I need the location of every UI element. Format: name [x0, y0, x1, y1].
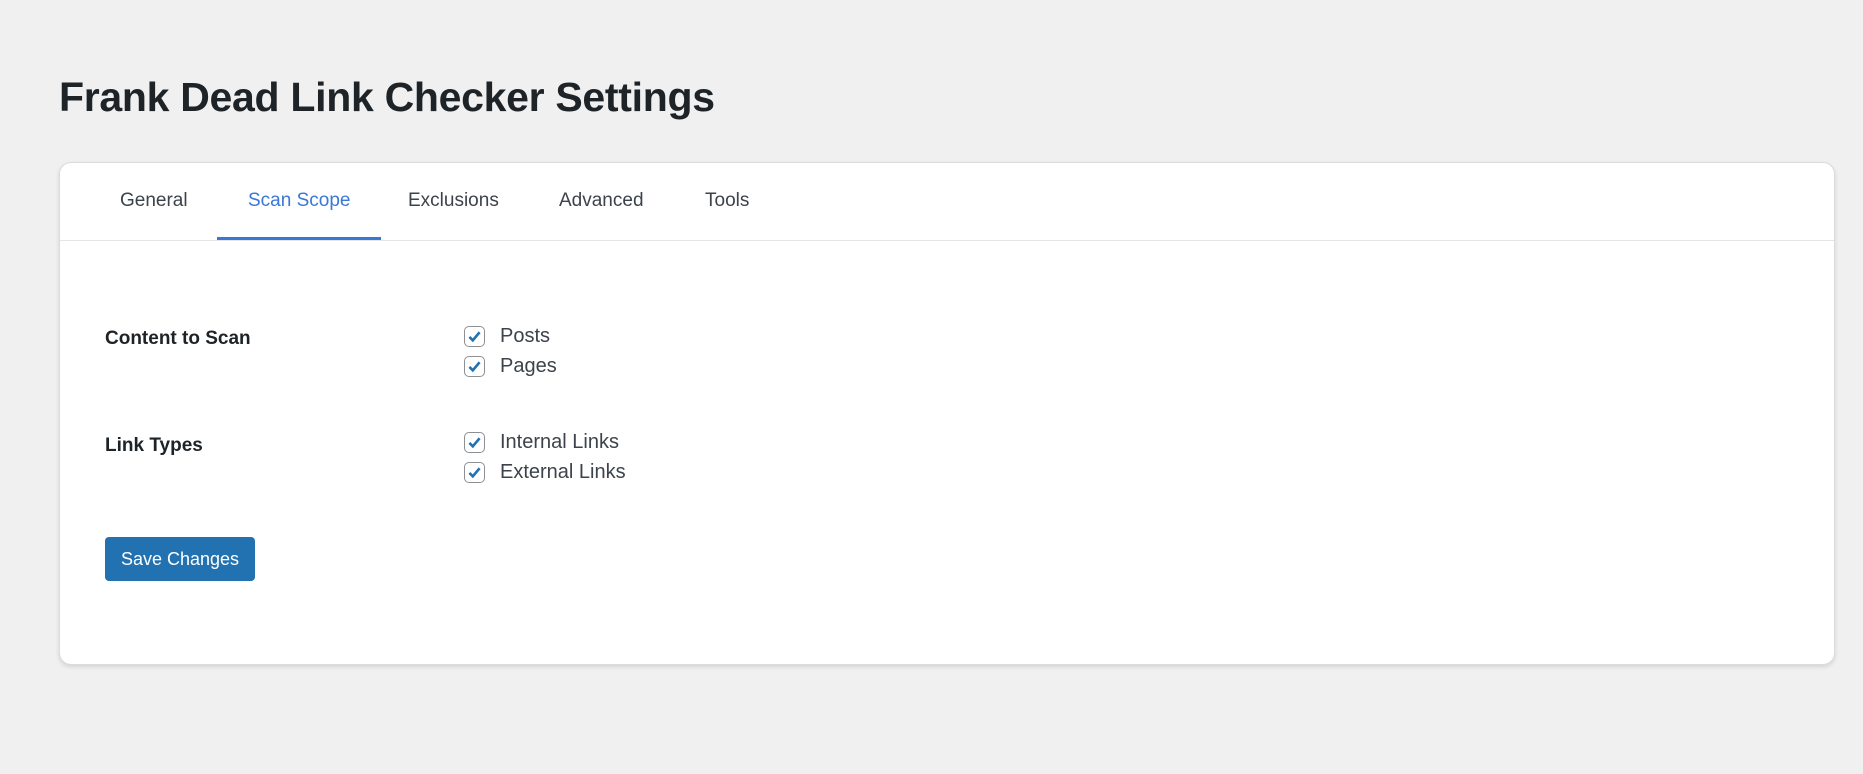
- tab-general[interactable]: General: [120, 163, 188, 240]
- pages-option[interactable]: Pages: [464, 353, 557, 379]
- tab-exclusions[interactable]: Exclusions: [408, 163, 499, 240]
- internal-links-checkbox[interactable]: [464, 431, 485, 453]
- tab-scan-scope[interactable]: Scan Scope: [217, 163, 382, 240]
- external-links-option[interactable]: External Links: [464, 459, 626, 485]
- content-to-scan-label: Content to Scan: [105, 328, 251, 349]
- settings-card: General Scan Scope Exclusions Advanced T…: [59, 162, 1835, 665]
- pages-label: Pages: [500, 354, 557, 377]
- external-links-checkbox[interactable]: [464, 461, 485, 483]
- pages-checkbox[interactable]: [464, 355, 485, 377]
- checkmark-icon: [468, 330, 481, 342]
- posts-label: Posts: [500, 324, 551, 347]
- posts-option[interactable]: Posts: [464, 323, 550, 349]
- checkmark-icon: [468, 436, 481, 448]
- tab-bar: General Scan Scope Exclusions Advanced T…: [60, 163, 1834, 241]
- tab-tools[interactable]: Tools: [705, 163, 749, 240]
- checkmark-icon: [468, 466, 481, 478]
- internal-links-label: Internal Links: [500, 430, 619, 453]
- page-title: Frank Dead Link Checker Settings: [59, 74, 715, 120]
- internal-links-option[interactable]: Internal Links: [464, 429, 619, 455]
- link-types-label: Link Types: [105, 435, 203, 456]
- external-links-label: External Links: [500, 460, 626, 483]
- posts-checkbox[interactable]: [464, 325, 485, 347]
- save-changes-button[interactable]: Save Changes: [105, 537, 255, 581]
- checkmark-icon: [468, 360, 481, 372]
- tab-advanced[interactable]: Advanced: [559, 163, 644, 240]
